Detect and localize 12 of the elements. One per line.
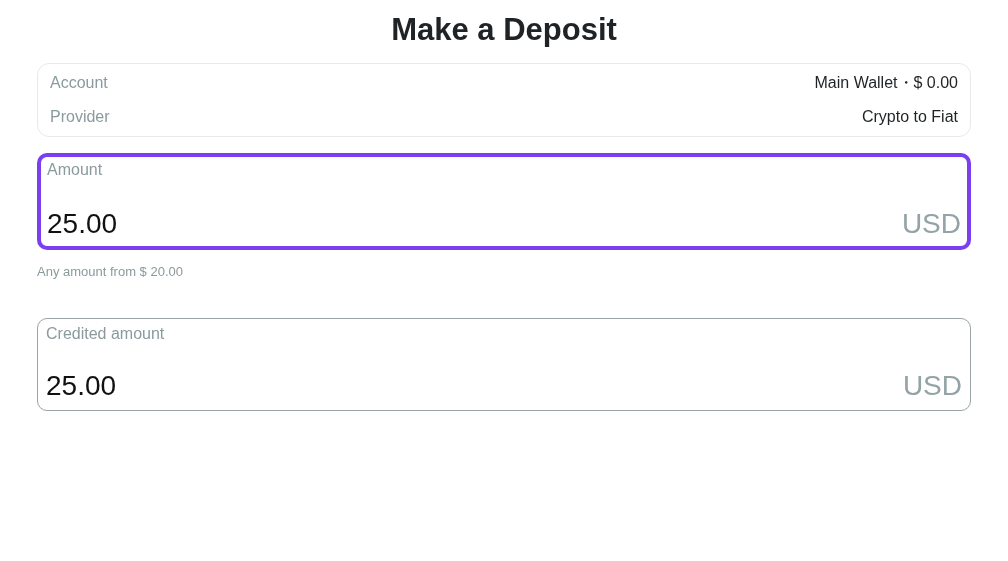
amount-hint: Any amount from $ 20.00 xyxy=(37,263,184,281)
detail-value: Main Wallet・$ 0.00 xyxy=(814,73,958,93)
amount-input[interactable]: 25.00 xyxy=(47,206,447,242)
detail-label: Provider xyxy=(50,107,110,127)
field-label: Credited amount xyxy=(46,323,166,344)
field-label: Amount xyxy=(47,160,104,180)
amount-input[interactable]: 25.00 xyxy=(46,367,446,404)
detail-label: Account xyxy=(50,73,108,93)
currency-label: USD xyxy=(901,207,961,241)
detail-value: Crypto to Fiat xyxy=(861,107,958,127)
currency-label: USD xyxy=(902,368,962,403)
page-title: Make a Deposit xyxy=(390,11,618,49)
